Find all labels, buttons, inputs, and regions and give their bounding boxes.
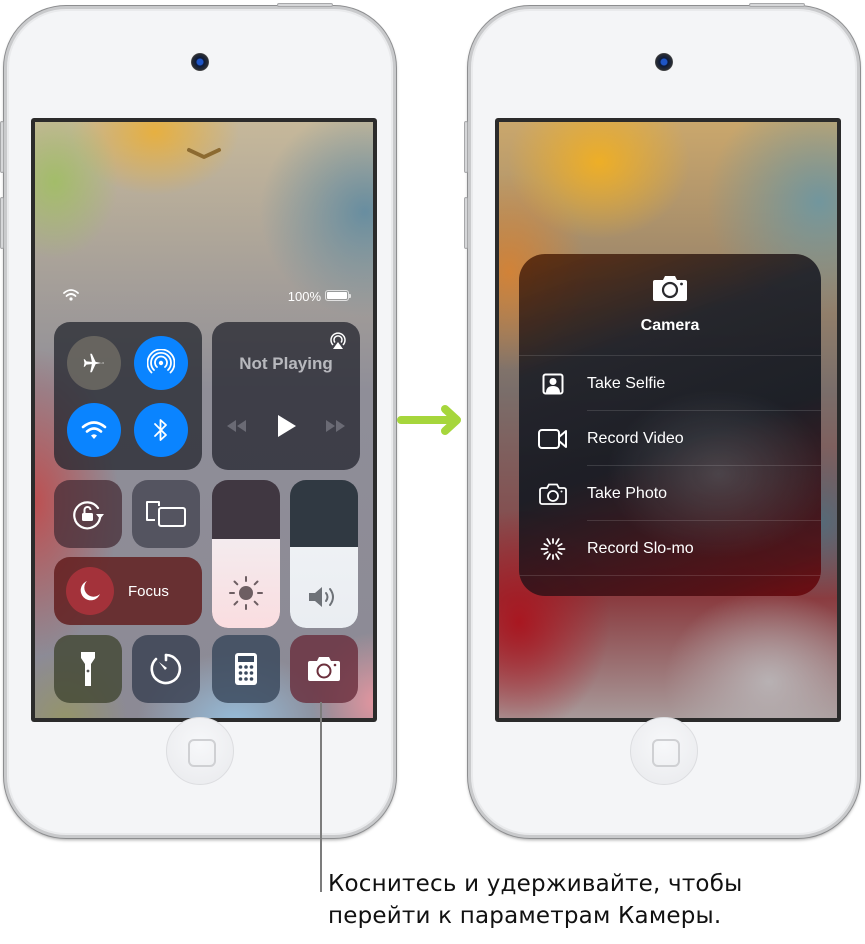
- moon-icon: [80, 581, 100, 601]
- front-camera: [191, 53, 209, 71]
- dismiss-chevron-icon[interactable]: [186, 147, 222, 161]
- volume-up-button: [464, 121, 468, 173]
- airplane-icon: [83, 353, 104, 373]
- menu-item-label: Record Video: [587, 429, 684, 447]
- home-button[interactable]: [630, 717, 698, 785]
- calculator-icon: [235, 653, 257, 685]
- top-button: [277, 3, 333, 7]
- camera-quick-actions-menu: Camera Take Selfie Record Video Take Pho…: [519, 254, 821, 596]
- airplane-mode-toggle[interactable]: [67, 336, 121, 390]
- menu-item-label: Take Photo: [587, 484, 668, 502]
- timer-icon: [150, 653, 182, 685]
- wifi-icon: [81, 421, 107, 439]
- slomo-icon: [540, 537, 566, 560]
- airdrop-icon: [147, 349, 175, 374]
- brightness-slider[interactable]: [212, 480, 280, 628]
- home-button[interactable]: [166, 717, 234, 785]
- sun-icon: [229, 576, 263, 610]
- calculator-button[interactable]: [212, 635, 280, 703]
- callout-line-1: Коснитесь и удерживайте, чтобы: [328, 871, 743, 897]
- screen: Camera Take Selfie Record Video Take Pho…: [495, 118, 841, 722]
- fast-forward-icon[interactable]: [324, 418, 348, 434]
- menu-item-label: Take Selfie: [587, 374, 666, 392]
- camera-icon: [539, 483, 567, 505]
- camera-icon: [308, 657, 340, 681]
- front-camera: [655, 53, 673, 71]
- volume-up-button: [0, 121, 4, 173]
- menu-title: Camera: [640, 317, 700, 334]
- airdrop-toggle[interactable]: [134, 336, 188, 390]
- menu-item-record-slo-mo[interactable]: Record Slo-mo: [519, 521, 821, 576]
- status-bar: 100%: [35, 288, 373, 304]
- top-button: [749, 3, 805, 7]
- battery-icon: [325, 290, 351, 301]
- timer-button[interactable]: [132, 635, 200, 703]
- screen-mirroring-icon: [146, 501, 186, 527]
- menu-header: Camera: [519, 254, 821, 356]
- callout-leader-line: [320, 702, 322, 892]
- orientation-lock-button[interactable]: [54, 480, 122, 548]
- volume-down-button: [464, 197, 468, 249]
- menu-item-label: Record Slo-mo: [587, 539, 694, 557]
- focus-button[interactable]: Focus: [54, 557, 202, 625]
- video-icon: [538, 428, 567, 449]
- menu-item-take-photo[interactable]: Take Photo: [519, 466, 821, 521]
- connectivity-module: [54, 322, 202, 470]
- flashlight-icon: [81, 652, 95, 686]
- callout-line-2: перейти к параметрам Камеры.: [328, 903, 722, 929]
- play-icon[interactable]: [274, 413, 298, 439]
- volume-slider[interactable]: [290, 480, 358, 628]
- transition-arrow-icon: [397, 405, 461, 435]
- menu-item-take-selfie[interactable]: Take Selfie: [519, 356, 821, 411]
- screen: 100% Not Playing Focus: [31, 118, 377, 722]
- orientation-lock-icon: [73, 501, 104, 530]
- media-player-module[interactable]: Not Playing: [212, 322, 360, 470]
- ipod-device-left: 100% Not Playing Focus: [0, 3, 396, 838]
- volume-down-button: [0, 197, 4, 249]
- bluetooth-icon: [154, 419, 167, 441]
- airplay-audio-icon[interactable]: [328, 330, 348, 350]
- camera-icon: [653, 276, 687, 301]
- callout-caption: Коснитесь и удерживайте, чтобы перейти к…: [328, 868, 742, 932]
- menu-item-record-video[interactable]: Record Video: [519, 411, 821, 466]
- selfie-icon: [542, 373, 564, 394]
- bluetooth-toggle[interactable]: [134, 403, 188, 457]
- now-playing-status: Not Playing: [239, 354, 333, 373]
- screen-mirroring-button[interactable]: [132, 480, 200, 548]
- battery-percent: 100%: [287, 289, 321, 304]
- focus-moon-circle: [66, 567, 114, 615]
- flashlight-button[interactable]: [54, 635, 122, 703]
- camera-button[interactable]: [290, 635, 358, 703]
- wifi-toggle[interactable]: [67, 403, 121, 457]
- ipod-device-right: Camera Take Selfie Record Video Take Pho…: [464, 3, 860, 838]
- speaker-icon: [309, 587, 334, 607]
- wifi-icon: [63, 289, 79, 301]
- focus-label: Focus: [128, 583, 169, 600]
- rewind-icon[interactable]: [224, 418, 248, 434]
